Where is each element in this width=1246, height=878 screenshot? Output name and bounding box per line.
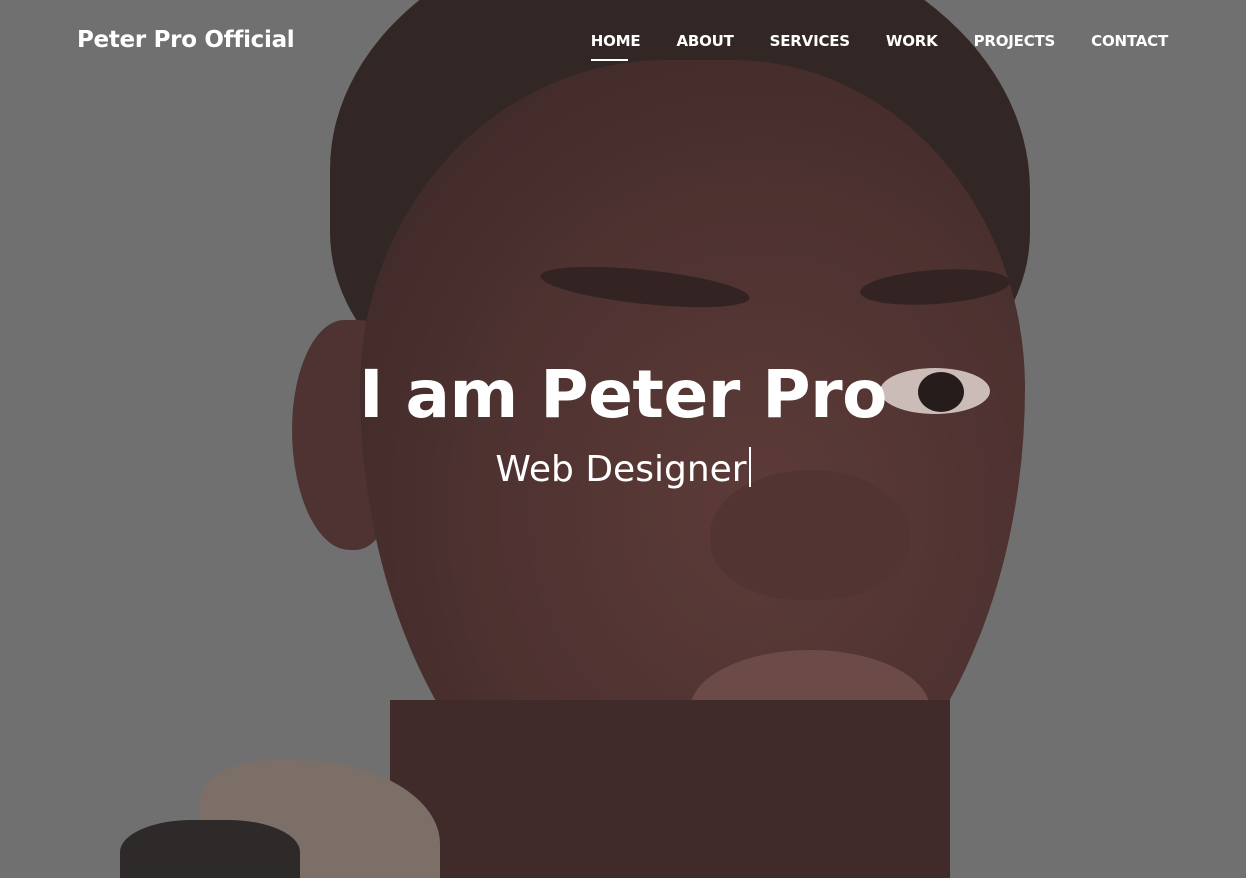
navbar: Peter Pro Official HOME ABOUT SERVICES W… [0,0,1246,84]
nav-menu: HOME ABOUT SERVICES WORK PROJECTS CONTAC… [591,31,1168,50]
nav-item-projects: PROJECTS [974,31,1056,50]
nav-link-work[interactable]: WORK [886,32,938,50]
hero-text-block: I am Peter Pro Web Designer [0,350,1246,494]
nav-item-contact: CONTACT [1091,31,1168,50]
brand-logo-link[interactable]: Peter Pro Official [77,27,295,53]
nav-link-services[interactable]: SERVICES [770,32,850,50]
nav-item-services: SERVICES [770,31,850,50]
nav-link-contact[interactable]: CONTACT [1091,32,1168,50]
nav-link-home[interactable]: HOME [591,32,641,50]
text-caret-icon [748,447,751,487]
nav-link-about[interactable]: ABOUT [676,32,733,50]
nav-item-work: WORK [886,31,938,50]
nav-link-projects[interactable]: PROJECTS [974,32,1056,50]
hero-title: I am Peter Pro [358,356,888,433]
hero-typed-text: Web Designer [495,449,747,490]
nav-item-home: HOME [591,31,641,50]
nav-item-about: ABOUT [676,31,733,50]
hero-typed-subtitle: Web Designer [0,446,1246,494]
hero-section: Peter Pro Official HOME ABOUT SERVICES W… [0,0,1246,878]
